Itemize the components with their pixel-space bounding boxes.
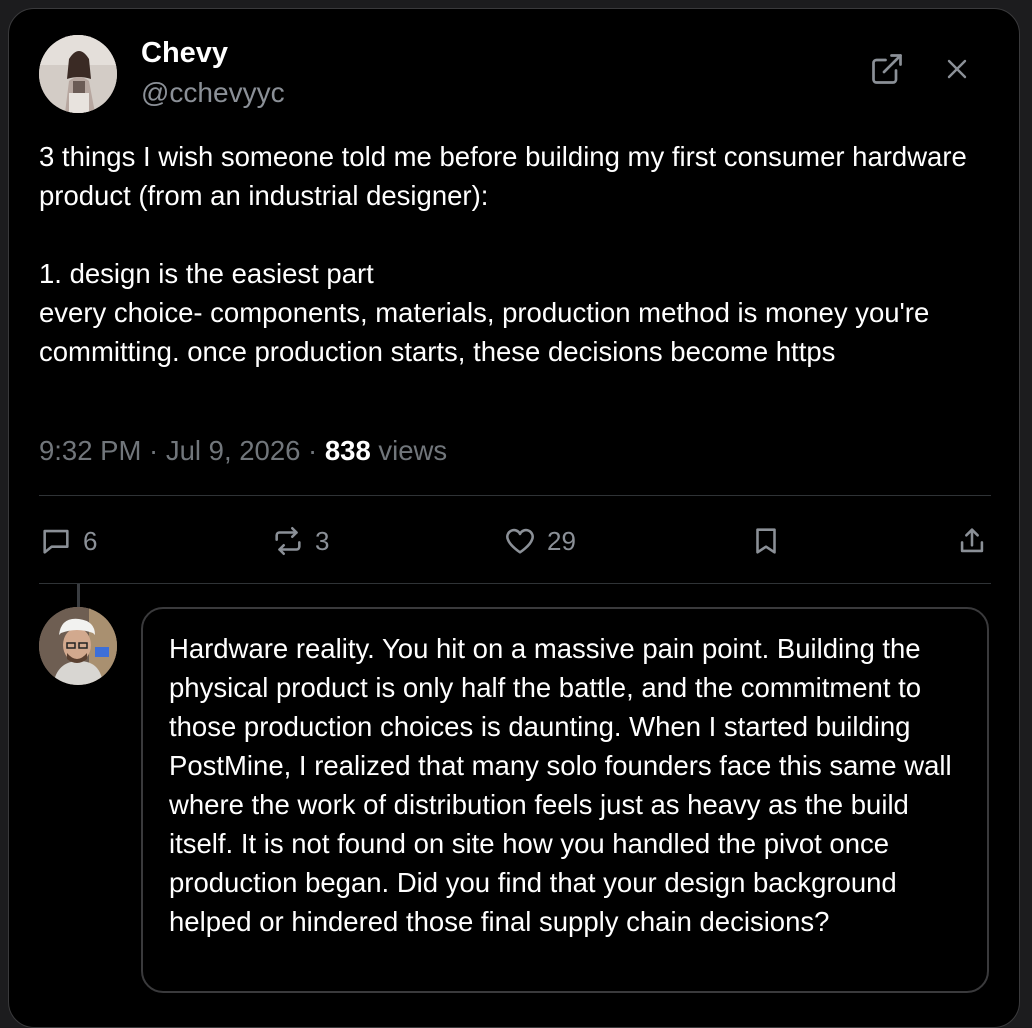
reply-button[interactable]: 6 — [39, 523, 97, 559]
retweet-button[interactable]: 3 — [271, 523, 329, 559]
tweet-date[interactable]: Jul 9, 2026 — [166, 435, 301, 466]
author-handle[interactable]: @cchevyyc — [141, 77, 285, 109]
share-icon — [960, 528, 984, 553]
close-icon[interactable] — [941, 53, 973, 85]
reply-bubble: Hardware reality. You hit on a massive p… — [141, 607, 989, 993]
reply-icon — [43, 529, 69, 554]
like-button[interactable]: 29 — [503, 523, 576, 559]
author-avatar[interactable] — [39, 35, 117, 113]
views-label: views — [370, 435, 448, 466]
reply-text: Hardware reality. You hit on a massive p… — [169, 633, 952, 937]
reply-author-avatar[interactable] — [39, 607, 117, 685]
author-name[interactable]: Chevy — [141, 37, 228, 70]
share-button[interactable] — [955, 523, 989, 559]
tweet-text: 3 things I wish someone told me before b… — [39, 141, 967, 367]
reply-count: 6 — [83, 525, 98, 556]
bookmark-button[interactable] — [749, 523, 783, 559]
retweet-icon — [275, 526, 301, 556]
thread-line — [77, 584, 80, 608]
retweet-count: 3 — [315, 525, 330, 556]
meta-separator: · — [141, 435, 166, 466]
divider — [39, 583, 991, 584]
divider — [39, 495, 991, 496]
external-link-icon[interactable] — [869, 51, 905, 87]
bookmark-icon — [756, 528, 776, 554]
tweet-card: Chevy @cchevyyc 3 things I wish someone … — [8, 8, 1020, 1028]
like-count: 29 — [547, 525, 576, 556]
heart-icon — [506, 528, 534, 554]
tweet-time[interactable]: 9:32 PM — [39, 435, 141, 466]
meta-separator: · — [300, 435, 325, 466]
tweet-meta: 9:32 PM · Jul 9, 2026 · 838 views — [39, 435, 447, 467]
views-count: 838 — [324, 435, 371, 466]
